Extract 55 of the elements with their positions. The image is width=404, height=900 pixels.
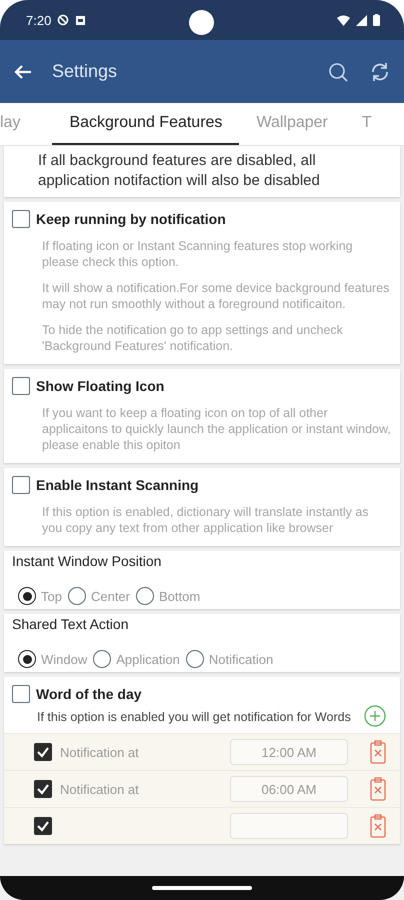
- delete-clipboard-icon[interactable]: [370, 814, 386, 838]
- section-title: Shared Text Action: [12, 616, 130, 632]
- checkbox[interactable]: [12, 685, 30, 703]
- tab[interactable]: lay: [0, 103, 38, 145]
- back-arrow-icon[interactable]: [14, 64, 32, 80]
- checkbox[interactable]: [34, 743, 52, 761]
- radio-button[interactable]: [18, 587, 36, 605]
- tab[interactable]: Wallpaper: [239, 103, 345, 145]
- wifi-icon: [337, 14, 350, 26]
- option-label: Show Floating Icon: [36, 378, 164, 394]
- option-label: Word of the day: [36, 686, 142, 702]
- checkbox[interactable]: [12, 210, 30, 228]
- app-title: Settings: [52, 61, 118, 82]
- option-label: Keep running by notification: [36, 211, 226, 227]
- radio-label: Bottom: [159, 588, 200, 604]
- camera-cutout: [189, 10, 214, 35]
- tab[interactable]: T: [344, 103, 389, 145]
- radio-label: Top: [41, 588, 62, 604]
- search-icon[interactable]: [328, 62, 348, 82]
- info-text: If all background features are disabled, all application notifaction will also be disabled: [38, 151, 321, 191]
- checkbox[interactable]: [34, 780, 52, 798]
- add-icon[interactable]: [364, 705, 386, 727]
- radio-button[interactable]: [18, 650, 36, 668]
- time-field[interactable]: [230, 813, 348, 839]
- time-field[interactable]: 12:00 AM: [230, 739, 348, 765]
- home-handle[interactable]: [152, 886, 252, 890]
- checkbox[interactable]: [34, 817, 52, 835]
- radio-label: Notification: [208, 652, 274, 666]
- description-text: If this option is enabled, dictionary will translate instantly as you copy any text from other application like browser: [42, 504, 370, 536]
- checkbox[interactable]: [12, 377, 30, 395]
- description-text: If this option is enabled you will get notification for Words: [37, 709, 352, 725]
- radio-label: Center: [90, 588, 130, 604]
- section-title: Instant Window Position: [12, 553, 162, 569]
- refresh-icon[interactable]: [370, 62, 390, 82]
- description-text: If you want to keep a floating icon on top of all other applicaitons to quickly launch the application or instant window, please enable this opiton: [42, 405, 392, 453]
- delete-clipboard-icon[interactable]: [370, 777, 386, 801]
- checkbox[interactable]: [12, 476, 30, 494]
- status-time: 7:20: [26, 12, 52, 28]
- description-text: It will show a notification.For some device background features may not run smoothly without a foreground notificaiton.: [42, 280, 390, 312]
- signal-icon: [356, 14, 367, 26]
- image-icon: [75, 14, 86, 26]
- battery-icon: [373, 14, 380, 26]
- notification-label: Notification at: [60, 782, 139, 796]
- description-text: If floating icon or Instant Scanning features stop working please check this option.: [42, 238, 354, 270]
- description-text: To hide the notification go to app settings and uncheck 'Background Features' notification.: [42, 322, 344, 354]
- time-field[interactable]: 06:00 AM: [230, 776, 348, 802]
- radio-label: Application: [116, 652, 180, 666]
- option-label: Enable Instant Scanning: [36, 477, 199, 493]
- radio-button[interactable]: [136, 587, 154, 605]
- radio-button[interactable]: [93, 650, 112, 668]
- radio-button[interactable]: [186, 650, 204, 668]
- notification-label: Notification at: [60, 744, 139, 760]
- radio-button[interactable]: [68, 587, 86, 605]
- delete-clipboard-icon[interactable]: [370, 740, 386, 764]
- radio-label: Window: [41, 652, 88, 666]
